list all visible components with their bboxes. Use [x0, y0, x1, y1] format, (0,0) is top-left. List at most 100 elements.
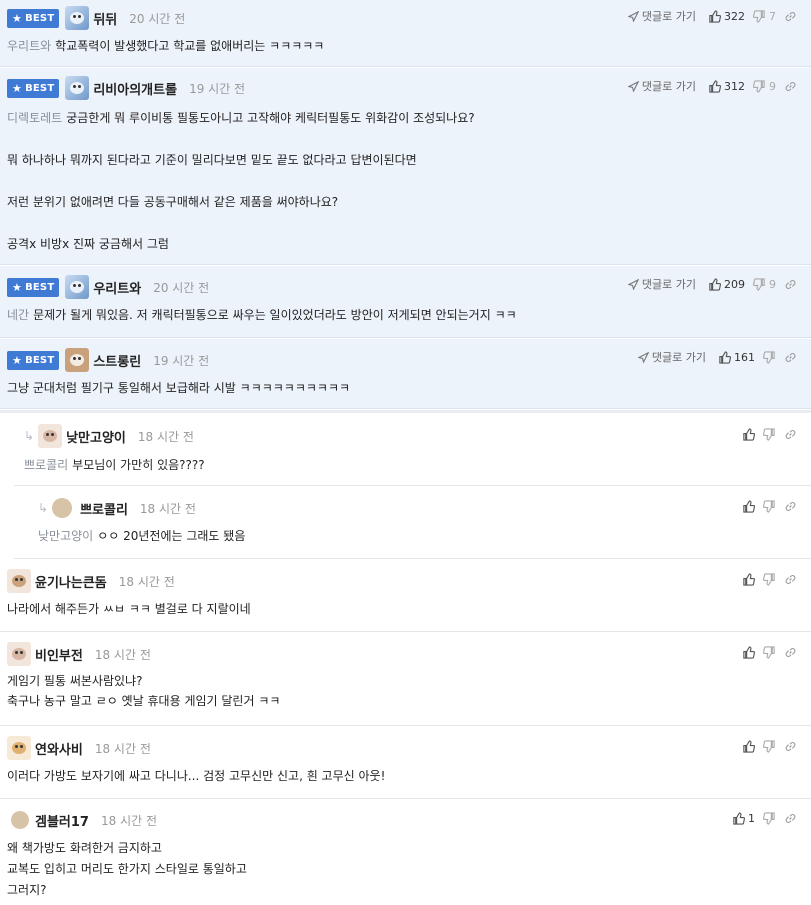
comment-actions — [742, 736, 797, 756]
nickname[interactable]: 연와사비 — [35, 739, 83, 758]
nickname[interactable]: 낮만고양이 — [66, 427, 126, 446]
comment-body: 나라에서 해주든가 ㅆㅂ ㅋㅋ 별걸로 다 지랄이네 — [7, 602, 251, 616]
avatar[interactable] — [38, 424, 63, 448]
like-button[interactable]: 322 — [708, 10, 745, 23]
avatar[interactable] — [11, 811, 29, 829]
link-button[interactable] — [784, 500, 797, 513]
send-icon — [627, 278, 639, 290]
comment-header: 겜블러17 18 시간 전 — [7, 808, 157, 832]
dislike-button[interactable]: 9 — [753, 80, 776, 93]
like-button[interactable]: 1 — [732, 812, 755, 825]
mention[interactable]: 우리트와 — [7, 39, 51, 53]
go-to-reply-link[interactable]: 댓글로 가기 — [627, 276, 696, 292]
timestamp: 18 시간 전 — [137, 429, 194, 444]
nickname[interactable]: 리비아의개트롤 — [93, 79, 177, 98]
dislike-count: 9 — [769, 277, 776, 291]
link-button[interactable] — [784, 278, 797, 291]
comment-header: ↳ 쁘로콜리 18 시간 전 — [38, 496, 196, 520]
like-button[interactable] — [742, 572, 755, 586]
link-button[interactable] — [784, 573, 797, 586]
dislike-button[interactable]: 9 — [753, 278, 776, 291]
thumb-down-icon — [763, 739, 776, 753]
link-button[interactable] — [784, 428, 797, 441]
thumb-down-icon — [763, 811, 776, 825]
dislike-button[interactable] — [763, 572, 776, 586]
link-icon — [784, 278, 797, 291]
comment-actions: 댓글로 가기 161 — [637, 347, 797, 367]
comment: 비인부전 18 시간 전 게임기 필통 써본사람있냐? 축구나 농구 말고 ㄹㅇ… — [0, 633, 811, 726]
avatar[interactable] — [52, 498, 73, 518]
link-button[interactable] — [784, 10, 797, 23]
like-button[interactable] — [742, 645, 755, 659]
dislike-button[interactable] — [763, 811, 776, 825]
avatar[interactable] — [65, 348, 90, 372]
comment: 윤기나는큰돔 18 시간 전 나라에서 해주든가 ㅆㅂ ㅋㅋ 별걸로 다 지랄이… — [0, 560, 811, 632]
link-button[interactable] — [784, 646, 797, 659]
comment-header: ★ BEST 우리트와 20 시간 전 — [7, 275, 209, 299]
timestamp: 19 시간 전 — [189, 81, 246, 96]
timestamp: 18 시간 전 — [100, 813, 158, 828]
avatar[interactable] — [65, 76, 90, 100]
dislike-button[interactable] — [763, 499, 776, 513]
go-to-reply-link[interactable]: 댓글로 가기 — [627, 78, 696, 94]
like-button[interactable]: 312 — [708, 80, 745, 93]
link-button[interactable] — [784, 80, 797, 93]
avatar[interactable] — [7, 736, 31, 760]
go-to-reply-link[interactable]: 댓글로 가기 — [627, 8, 696, 24]
avatar[interactable] — [7, 569, 31, 593]
nickname[interactable]: 윤기나는큰돔 — [35, 572, 107, 591]
link-button[interactable] — [784, 351, 797, 364]
thumb-down-icon — [763, 572, 776, 586]
nickname[interactable]: 스트롱린 — [93, 351, 141, 370]
dislike-button[interactable] — [763, 739, 776, 753]
best-badge: ★ BEST — [7, 277, 60, 297]
dislike-button[interactable]: 7 — [753, 10, 776, 23]
nickname[interactable]: 비인부전 — [35, 645, 83, 664]
comment-header: 연와사비 18 시간 전 — [7, 736, 151, 760]
avatar[interactable] — [65, 6, 90, 30]
nickname[interactable]: 겜블러17 — [35, 811, 89, 830]
star-icon: ★ — [12, 280, 23, 294]
mention[interactable]: 쁘로콜리 — [24, 458, 68, 472]
comment-actions — [742, 642, 797, 662]
like-button[interactable] — [742, 739, 755, 753]
timestamp: 18 시간 전 — [94, 741, 151, 756]
dislike-button[interactable] — [763, 645, 776, 659]
comment-actions: 댓글로 가기 209 9 — [627, 274, 797, 294]
thumb-up-icon — [742, 739, 755, 753]
mention[interactable]: 낮만고양이 — [38, 529, 93, 543]
thumb-down-icon — [753, 79, 766, 93]
link-button[interactable] — [784, 812, 797, 825]
comment-body: 낮만고양이 ㅇㅇ 20년전에는 그래도 됐음 — [38, 529, 246, 543]
comment-header: ↳ 낮만고양이 18 시간 전 — [24, 424, 194, 448]
nickname[interactable]: 우리트와 — [93, 278, 141, 297]
link-icon — [784, 646, 797, 659]
comment-header: ★ BEST 스트롱린 19 시간 전 — [7, 348, 209, 372]
avatar[interactable] — [65, 275, 90, 299]
mention[interactable]: 디렉토레트 — [7, 111, 62, 125]
go-to-reply-link[interactable]: 댓글로 가기 — [637, 349, 706, 365]
dislike-button[interactable] — [763, 350, 776, 364]
thumb-up-icon — [742, 499, 755, 513]
nickname[interactable]: 쁘로콜리 — [80, 499, 128, 518]
thumb-up-icon — [742, 645, 755, 659]
dislike-button[interactable] — [763, 427, 776, 441]
comment: 겜블러17 18 시간 전 1 왜 책가방도 화려한거 금지하고 교복도 입히고… — [0, 800, 811, 905]
mention[interactable]: 네간 — [7, 308, 29, 322]
thumb-down-icon — [763, 499, 776, 513]
star-icon: ★ — [12, 81, 23, 95]
like-button[interactable] — [742, 499, 755, 513]
like-button[interactable]: 161 — [718, 351, 755, 364]
timestamp: 20 시간 전 — [153, 280, 210, 295]
nickname[interactable]: 뒤뒤 — [93, 9, 117, 28]
reply-arrow-icon: ↳ — [24, 429, 35, 443]
link-button[interactable] — [784, 740, 797, 753]
like-button[interactable]: 209 — [708, 278, 745, 291]
avatar[interactable] — [7, 642, 31, 666]
link-icon — [784, 10, 797, 23]
star-icon: ★ — [12, 11, 23, 25]
dislike-count: 7 — [769, 9, 776, 23]
comment-actions: 댓글로 가기 322 7 — [627, 6, 797, 26]
comment-body: 디렉토레트 궁금한게 뭐 루이비통 필통도아니고 고작해야 케릭터필통도 위화감이… — [7, 111, 475, 251]
like-button[interactable] — [742, 427, 755, 441]
